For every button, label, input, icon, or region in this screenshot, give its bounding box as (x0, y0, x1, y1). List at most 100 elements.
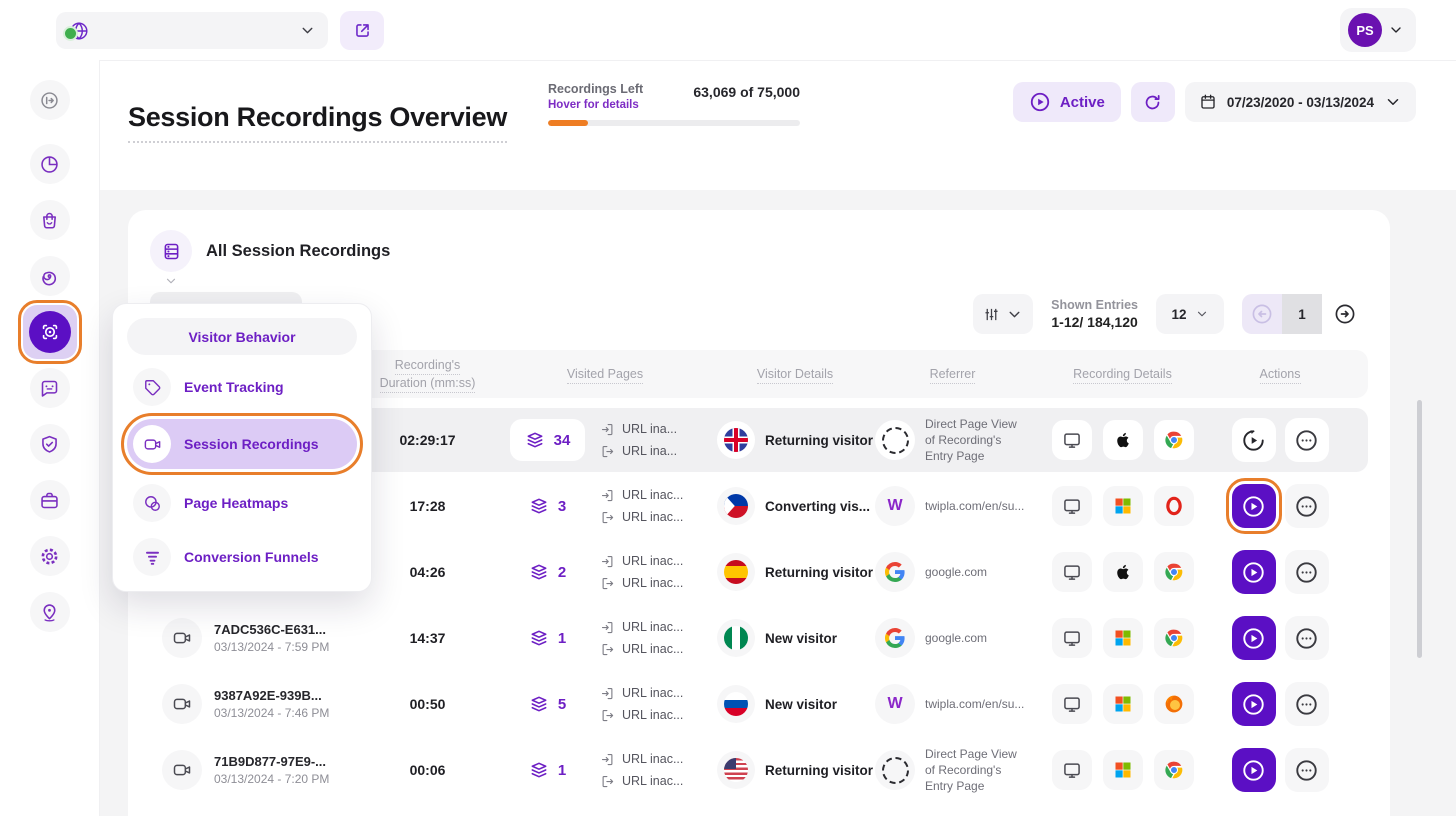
sidebar-item-feedback[interactable] (30, 368, 70, 408)
play-recording-button[interactable] (1232, 682, 1276, 726)
more-options-button[interactable] (1285, 550, 1329, 594)
sidebar-item-collapse[interactable] (30, 80, 70, 120)
page-title: Session Recordings Overview (128, 102, 507, 143)
sidebar-item-location[interactable] (30, 592, 70, 632)
menu-item-session-recordings[interactable]: Session Recordings (127, 419, 357, 469)
ecommerce-bag-icon (39, 210, 60, 231)
country-flag-icon (724, 428, 748, 452)
company-briefcase-icon (39, 490, 60, 511)
chrome-icon (1154, 420, 1194, 460)
header-actions: Active 07/23/2020 - 03/13/2024 (1013, 82, 1416, 122)
play-recording-button[interactable] (1232, 484, 1276, 528)
layers-icon (529, 628, 549, 648)
more-options-button[interactable] (1285, 682, 1329, 726)
recording-id-cell: 71B9D877-97E9-...03/13/2024 - 7:20 PM (150, 750, 360, 790)
sidebar-item-settings[interactable] (30, 536, 70, 576)
more-icon (1293, 625, 1320, 652)
scrollbar-thumb[interactable] (1417, 400, 1422, 658)
database-icon[interactable] (150, 230, 192, 272)
arrow-left-circle-icon (1250, 302, 1274, 326)
play-icon (1240, 559, 1267, 586)
visitor-details-cell: New visitor (715, 619, 875, 657)
behavior-spiral-icon (39, 266, 60, 287)
direct-dashed-icon (882, 427, 909, 454)
exit-page-icon (600, 774, 615, 789)
url-cell: URL inac... URL inac... (600, 620, 715, 657)
current-page-number[interactable]: 1 (1282, 294, 1322, 334)
website-selector-dropdown[interactable] (56, 12, 328, 49)
shown-entries-value: 1-12/ 184,120 (1051, 314, 1138, 330)
sidebar-item-session-recordings[interactable] (23, 305, 77, 359)
sidebar-item-visitors[interactable] (30, 256, 70, 296)
url-cell: URL inac... URL inac... (600, 554, 715, 591)
more-options-button[interactable] (1285, 748, 1329, 792)
prev-page-button[interactable] (1242, 294, 1282, 334)
table-row[interactable]: 71B9D877-97E9-...03/13/2024 - 7:20 PM 00… (150, 738, 1368, 802)
table-row[interactable]: 7ADC536C-E631...03/13/2024 - 7:59 PM 14:… (150, 606, 1368, 670)
visitor-behavior-menu: Visitor Behavior Event Tracking Session … (112, 303, 372, 592)
country-flag-icon (724, 692, 748, 716)
column-header-actions: Actions (1215, 365, 1345, 383)
active-status-button[interactable]: Active (1013, 82, 1121, 122)
open-website-button[interactable] (340, 11, 384, 50)
video-camera-icon (133, 425, 171, 463)
recording-details-cell (1030, 552, 1215, 592)
date-range-picker[interactable]: 07/23/2020 - 03/13/2024 (1185, 82, 1416, 122)
more-options-button[interactable] (1285, 418, 1329, 462)
play-icon (1240, 493, 1267, 520)
card-title: All Session Recordings (206, 242, 390, 261)
visited-pages-cell: 34 (495, 419, 600, 461)
layers-icon (529, 496, 549, 516)
referrer-cell: Direct Page View of Recording's Entry Pa… (875, 746, 1030, 795)
sidebar-item-dashboard[interactable] (30, 144, 70, 184)
url-cell: URL inac... URL inac... (600, 686, 715, 723)
table-row[interactable]: 9387A92E-939B...03/13/2024 - 7:46 PM 00:… (150, 672, 1368, 736)
opera-icon (1154, 486, 1194, 526)
play-recording-button[interactable] (1232, 550, 1276, 594)
analytics-pie-icon (39, 154, 60, 175)
menu-item-conversion-funnels[interactable]: Conversion Funnels (127, 537, 357, 577)
desktop-icon (1052, 486, 1092, 526)
hover-for-details-link[interactable]: Hover for details (548, 99, 643, 111)
entry-page-icon (600, 488, 615, 503)
recordings-left-widget: Recordings Left Hover for details 63,069… (548, 82, 800, 126)
recordings-left-count: 63,069 of 75,000 (693, 84, 800, 100)
more-options-button[interactable] (1285, 616, 1329, 660)
desktop-icon (1052, 750, 1092, 790)
next-page-button[interactable] (1322, 294, 1368, 334)
column-header-referrer: Referrer (875, 365, 1030, 383)
sidebar-item-privacy[interactable] (30, 424, 70, 464)
refresh-button[interactable] (1131, 82, 1175, 122)
menu-item-event-tracking[interactable]: Event Tracking (127, 367, 357, 407)
actions-cell (1215, 484, 1345, 528)
layers-icon (529, 562, 549, 582)
apple-icon (1103, 552, 1143, 592)
play-icon (1240, 757, 1267, 784)
play-recording-button[interactable] (1232, 616, 1276, 660)
play-recording-button[interactable] (1232, 748, 1276, 792)
recording-id: 71B9D877-97E9-... (214, 754, 329, 769)
visitor-details-cell: Returning visitor (715, 751, 875, 789)
sidebar-item-ecommerce[interactable] (30, 200, 70, 240)
page-size-select[interactable]: 12 (1156, 294, 1224, 334)
replay-history-button[interactable] (1232, 418, 1276, 462)
video-camera-icon (162, 618, 202, 658)
recording-details-cell (1030, 684, 1215, 724)
play-circle-icon (1029, 91, 1051, 113)
recording-details-cell (1030, 420, 1215, 460)
google-icon (875, 618, 915, 658)
more-options-button[interactable] (1285, 484, 1329, 528)
desktop-icon (1052, 684, 1092, 724)
menu-item-page-heatmaps[interactable]: Page Heatmaps (127, 483, 357, 523)
sidebar-item-company[interactable] (30, 480, 70, 520)
twipla-icon: W (887, 497, 902, 515)
entry-page-icon (600, 620, 615, 635)
account-menu[interactable]: PS (1340, 8, 1416, 52)
referrer-cell: W twipla.com/en/su... (875, 486, 1030, 526)
duration-cell: 02:29:17 (360, 432, 495, 448)
filter-button[interactable] (973, 294, 1033, 334)
recording-datetime: 03/13/2024 - 7:59 PM (214, 640, 329, 654)
duration-cell: 14:37 (360, 630, 495, 646)
exit-page-icon (600, 444, 615, 459)
play-icon (1240, 625, 1267, 652)
